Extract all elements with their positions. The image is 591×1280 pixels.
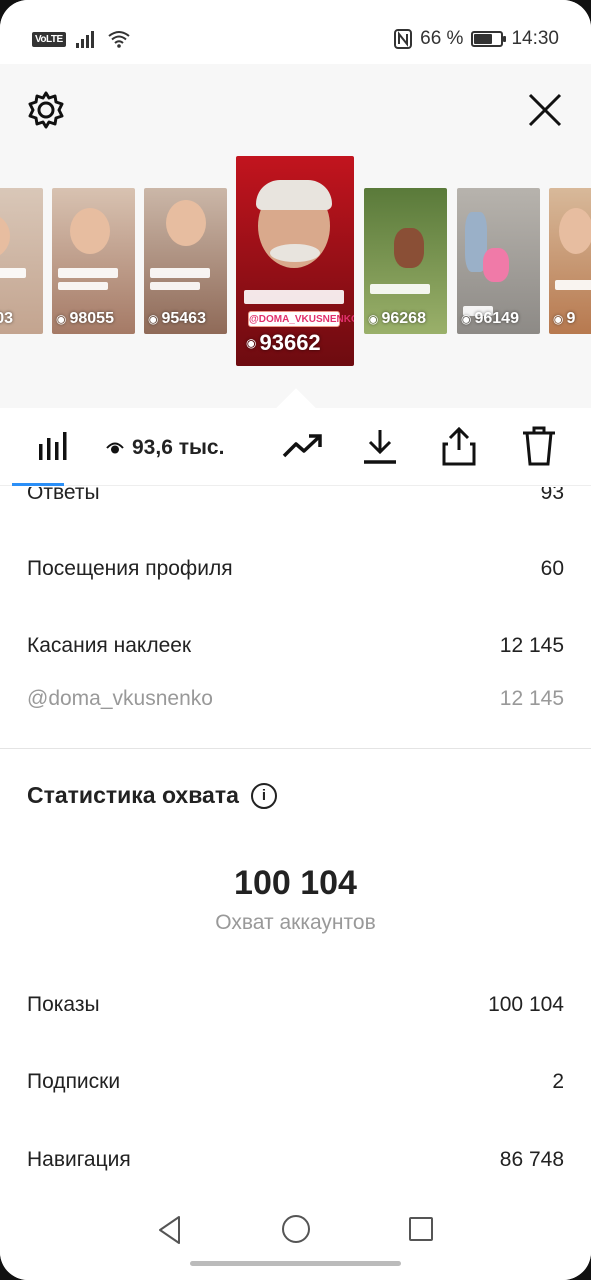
story-figure bbox=[483, 248, 509, 282]
reach-total-label: Охват аккаунтов bbox=[215, 911, 376, 934]
section-divider bbox=[0, 748, 591, 749]
story-views-count: 95463 bbox=[161, 310, 206, 327]
story-views-count: 98055 bbox=[69, 310, 114, 327]
stat-row-sticker-taps: Касания наклеек 12 145 bbox=[27, 634, 564, 658]
back-icon[interactable] bbox=[157, 1215, 183, 1245]
battery-icon bbox=[471, 31, 507, 47]
signal-icon bbox=[75, 31, 94, 48]
battery-fill bbox=[474, 34, 492, 44]
stat-row-impressions: Показы 100 104 bbox=[27, 993, 564, 1017]
trend-icon[interactable] bbox=[282, 432, 322, 462]
views-tab[interactable]: 93,6 тыс. bbox=[106, 436, 224, 460]
close-icon[interactable] bbox=[525, 90, 565, 130]
clock: 14:30 bbox=[511, 28, 559, 49]
trash-icon[interactable] bbox=[522, 426, 556, 466]
insights-content: Ответы 93 Посещения профиля 60 Касания н… bbox=[0, 487, 591, 1197]
story-thumbnail[interactable]: ◉ 9 bbox=[549, 188, 591, 334]
stat-value: 100 104 bbox=[488, 993, 564, 1016]
story-thumbnail[interactable]: ◉ 96149 bbox=[457, 188, 540, 334]
story-views: ◉ 93662 bbox=[246, 330, 321, 355]
stat-value: 93 bbox=[540, 487, 564, 504]
home-indicator bbox=[190, 1261, 401, 1266]
story-thumbnail-active[interactable]: @DOMA_VKUSNENKO ◉ 93662 bbox=[236, 156, 354, 366]
story-caption bbox=[58, 268, 118, 278]
story-header: ◉1003 ◉98055 ◉95463 bbox=[0, 64, 591, 408]
home-icon[interactable] bbox=[282, 1215, 310, 1243]
stat-label: @doma_vkusnenko bbox=[27, 687, 213, 710]
story-caption bbox=[58, 282, 108, 290]
story-views-count: 93662 bbox=[259, 330, 321, 355]
share-icon[interactable] bbox=[442, 426, 476, 466]
stat-row-mention[interactable]: @doma_vkusnenko 12 145 bbox=[27, 687, 564, 711]
views-count: 93,6 тыс. bbox=[132, 436, 225, 459]
reach-section-title: Статистика охвата i bbox=[27, 782, 277, 809]
section-title-text: Статистика охвата bbox=[27, 782, 239, 808]
stat-row-navigation: Навигация 86 748 bbox=[27, 1148, 564, 1172]
story-views-count: 1003 bbox=[0, 310, 14, 327]
gear-icon[interactable] bbox=[26, 90, 66, 130]
stat-label: Подписки bbox=[27, 1070, 121, 1093]
story-thumbnail[interactable]: ◉ 98055 bbox=[52, 188, 135, 334]
status-bar: VoLTE 66 % 14:30 bbox=[0, 0, 591, 64]
stat-row-follows: Подписки 2 bbox=[27, 1070, 564, 1094]
stat-label: Показы bbox=[27, 993, 100, 1016]
active-tab-underline bbox=[12, 483, 64, 486]
story-thumbnails: ◉1003 ◉98055 ◉95463 bbox=[0, 156, 591, 368]
bar-chart-icon[interactable] bbox=[38, 430, 68, 462]
story-caption bbox=[244, 290, 344, 304]
stat-row-replies: Ответы 93 bbox=[27, 487, 564, 505]
story-views: ◉ 95463 bbox=[148, 310, 206, 327]
story-caption bbox=[0, 268, 26, 278]
story-views: ◉ 96268 bbox=[368, 310, 426, 327]
story-views-count: 9 bbox=[566, 310, 576, 327]
stat-label: Посещения профиля bbox=[27, 557, 233, 580]
story-thumbnail[interactable]: ◉ 96268 bbox=[364, 188, 447, 334]
stat-label: Касания наклеек bbox=[27, 634, 192, 657]
story-views-count: 96268 bbox=[381, 310, 426, 327]
info-icon[interactable]: i bbox=[250, 782, 277, 809]
status-left: VoLTE bbox=[32, 30, 130, 48]
story-views: ◉ 9 bbox=[553, 310, 576, 327]
story-caption bbox=[150, 268, 210, 278]
stat-value: 86 748 bbox=[499, 1148, 564, 1171]
story-caption bbox=[555, 280, 591, 290]
wifi-icon bbox=[108, 31, 130, 48]
stat-value: 12 145 bbox=[499, 687, 564, 710]
story-caption bbox=[150, 282, 200, 290]
story-face bbox=[559, 208, 591, 254]
status-right: 66 % 14:30 bbox=[394, 28, 559, 50]
story-mention-sticker: @DOMA_VKUSNENKO bbox=[248, 311, 354, 327]
reach-total: 100 104 bbox=[234, 864, 357, 902]
download-icon[interactable] bbox=[362, 428, 398, 466]
story-moustache bbox=[270, 244, 320, 262]
phone-screen: VoLTE 66 % 14:30 3 ◉ 98055 ◉ 95463 @DOMA… bbox=[0, 0, 591, 1280]
story-figure bbox=[394, 228, 424, 268]
story-face bbox=[166, 200, 206, 246]
recents-icon[interactable] bbox=[409, 1217, 433, 1241]
nfc-icon bbox=[394, 29, 413, 49]
stat-value: 12 145 bbox=[499, 634, 564, 657]
story-hair bbox=[256, 180, 332, 210]
story-thumbnail[interactable]: ◉ 95463 bbox=[144, 188, 227, 334]
story-thumbnail[interactable]: ◉1003 bbox=[0, 188, 43, 334]
stat-label: Ответы bbox=[27, 487, 100, 504]
system-nav-bar bbox=[0, 1197, 591, 1280]
stat-label: Навигация bbox=[27, 1148, 131, 1171]
insights-tab-bar: 93,6 тыс. bbox=[0, 388, 591, 486]
volte-badge: VoLTE bbox=[32, 31, 66, 47]
battery-percent: 66 % bbox=[420, 28, 464, 49]
story-views: ◉ 96149 bbox=[461, 310, 519, 327]
story-caption bbox=[370, 284, 430, 294]
story-views: ◉ 98055 bbox=[56, 310, 114, 327]
stat-value: 60 bbox=[540, 557, 564, 580]
story-views-count: 96149 bbox=[474, 310, 519, 327]
eye-icon bbox=[106, 442, 124, 454]
story-face bbox=[70, 208, 110, 254]
stat-row-profile-visits: Посещения профиля 60 bbox=[27, 557, 564, 581]
story-views: ◉1003 bbox=[0, 310, 13, 328]
stat-value: 2 bbox=[552, 1070, 564, 1093]
